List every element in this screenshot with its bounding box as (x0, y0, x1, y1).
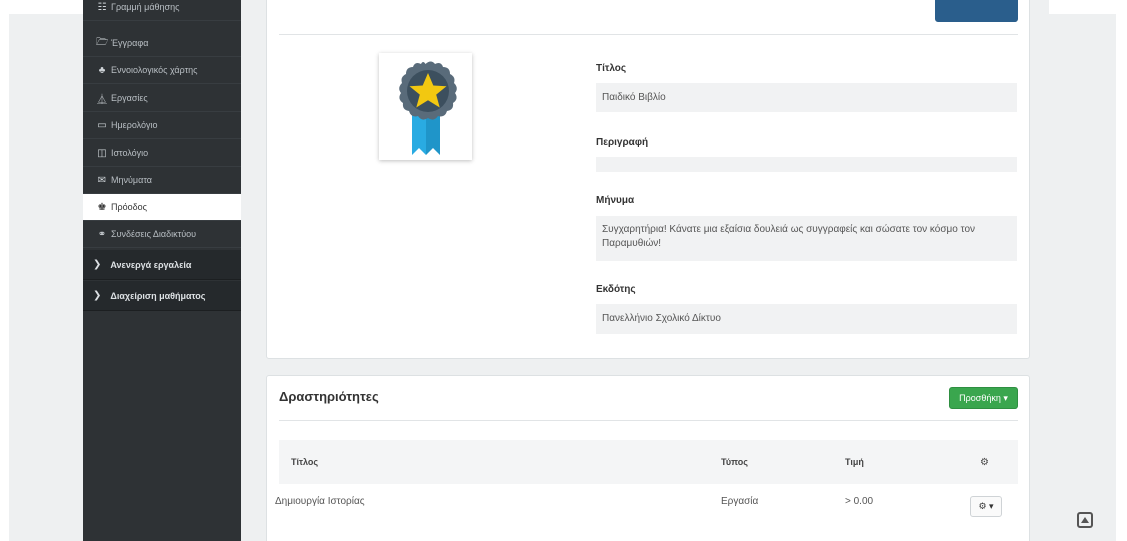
table-header (279, 440, 1018, 484)
badge-image (379, 53, 472, 160)
sidebar-item-calendar[interactable]: ▭ Ημερολόγιο (83, 112, 241, 139)
right-gray-strip (1049, 14, 1116, 541)
sidebar-item-label: Έγγραφα (111, 38, 149, 48)
sidebar: ☷ Γραμμή μάθησης 🗁 Έγγραφα ♣ Εννοιολογικ… (83, 0, 241, 541)
message-label: Μήνυμα (596, 195, 635, 206)
issuer-label: Εκδότης (596, 284, 636, 295)
link-icon: ⚭ (97, 228, 107, 240)
learning-path-icon: ☷ (97, 1, 107, 13)
sidebar-item-learning-path[interactable]: ☷ Γραμμή μάθησης (83, 0, 241, 21)
right-margin (1049, 0, 1127, 541)
title-label: Τίτλος (596, 63, 627, 74)
calendar-icon: ▭ (97, 119, 107, 131)
row-type: Εργασία (721, 496, 759, 507)
cogs-icon: ⚙ (980, 457, 989, 468)
columns-icon: ◫ (97, 147, 107, 159)
sidebar-item-web-links[interactable]: ⚭ Συνδέσεις Διαδικτύου (83, 221, 241, 248)
sidebar-item-documents[interactable]: 🗁 Έγγραφα (83, 30, 241, 57)
top-action-button[interactable] (935, 0, 1018, 22)
envelope-icon: ✉ (97, 174, 107, 186)
description-label: Περιγραφή (596, 137, 649, 148)
chevron-right-icon: ❯ (93, 259, 102, 270)
row-settings-button[interactable]: ⚙ ▾ (970, 496, 1002, 517)
sidebar-item-label: Εργασίες (111, 93, 148, 103)
sidebar-item-label: Εννοιολογικός χάρτης (111, 65, 198, 75)
left-margin (0, 0, 83, 541)
sidebar-item-concept-map[interactable]: ♣ Εννοιολογικός χάρτης (83, 57, 241, 84)
badge-star-icon (399, 61, 457, 155)
message-value: Συγχαρητήρια! Κάνατε μια εξαίσια δουλειά… (596, 216, 1017, 261)
folder-icon: 🗁 (96, 36, 109, 48)
activities-heading: Δραστηριότητες (279, 389, 379, 404)
sidebar-item-blog[interactable]: ◫ Ιστολόγιο (83, 140, 241, 167)
divider (279, 420, 1018, 421)
sidebar-group-inactive-tools[interactable]: ❯ Ανενεργά εργαλεία (83, 250, 241, 280)
column-header-title: Τίτλος (291, 457, 319, 467)
add-button[interactable]: Προσθήκη ▾ (949, 387, 1018, 409)
sitemap-icon: ♣ (98, 64, 106, 76)
sidebar-item-label: Μηνύματα (111, 175, 152, 185)
column-header-value: Τιμή (845, 457, 864, 467)
chevron-right-icon: ❯ (93, 290, 102, 301)
row-value: > 0.00 (845, 496, 874, 507)
trophy-icon: ♚ (97, 201, 107, 213)
sidebar-item-label: Ιστολόγιο (111, 148, 149, 158)
scroll-to-top-button[interactable] (1077, 512, 1093, 528)
title-value: Παιδικό Βιβλίο (596, 83, 1017, 112)
sidebar-item-label: Πρόοδος (111, 202, 147, 212)
sidebar-item-label: Γραμμή μάθησης (111, 2, 180, 12)
sidebar-item-progress[interactable]: ♚ Πρόοδος (83, 194, 241, 221)
issuer-value: Πανελλήνιο Σχολικό Δίκτυο (596, 304, 1017, 334)
row-title: Δημιουργία Ιστορίας (275, 496, 365, 507)
sidebar-item-label: Συνδέσεις Διαδικτύου (111, 229, 197, 239)
divider (279, 34, 1018, 35)
caret-up-icon (1081, 517, 1089, 523)
sidebar-item-label: Ημερολόγιο (111, 120, 158, 130)
description-value (596, 157, 1017, 172)
column-header-type: Τύπος (721, 457, 748, 467)
left-gray-strip (9, 14, 83, 541)
sidebar-item-messages[interactable]: ✉ Μηνύματα (83, 167, 241, 194)
sidebar-group-label: Ανενεργά εργαλεία (110, 259, 192, 270)
flask-icon: ⏅ (97, 94, 107, 106)
sidebar-group-label: Διαχείριση μαθήματος (110, 290, 206, 301)
sidebar-group-course-management[interactable]: ❯ Διαχείριση μαθήματος (83, 281, 241, 311)
sidebar-item-assignments[interactable]: ⏅ Εργασίες (83, 85, 241, 112)
